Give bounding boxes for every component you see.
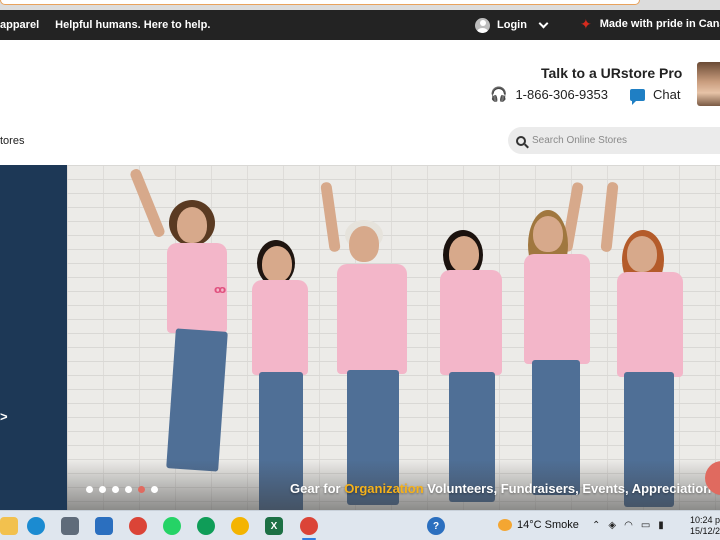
chevron-down-icon xyxy=(538,18,549,29)
search-icon xyxy=(516,135,526,146)
chrome-icon[interactable] xyxy=(197,517,215,535)
pride-text: Made with pride in Cana xyxy=(599,18,720,30)
chrome-icon[interactable] xyxy=(300,517,318,540)
top-announcement-bar: apparel Helpful humans. Here to help. Log… xyxy=(0,10,720,40)
tagline-highlight: Organization xyxy=(344,481,424,496)
side-panel-link[interactable]: > xyxy=(0,409,8,424)
login-menu[interactable]: Login xyxy=(475,16,549,34)
hero-side-panel: > xyxy=(0,165,67,510)
chrome-icon[interactable] xyxy=(231,517,249,535)
mail-icon[interactable] xyxy=(95,517,113,535)
whatsapp-icon[interactable] xyxy=(163,517,181,535)
category-link[interactable]: apparel xyxy=(0,19,39,31)
clock-date: 15/12/2 xyxy=(690,526,720,536)
taskbar-clock[interactable]: 10:24 p 15/12/2 xyxy=(690,515,720,537)
search-input[interactable] xyxy=(532,135,720,146)
weather-icon xyxy=(498,519,512,531)
system-tray: ⌃ ◈ ◠ ▭ ▮ xyxy=(592,520,664,531)
network-icon[interactable]: ◈ xyxy=(608,520,616,531)
pro-avatar xyxy=(697,62,720,106)
windows-taskbar: X ? 14°C Smoke ⌃ ◈ ◠ ▭ ▮ 10:24 p 15/12/2 xyxy=(0,510,720,540)
display-icon[interactable]: ▭ xyxy=(641,520,650,531)
browser-tab-edge xyxy=(0,0,720,10)
carousel-dot-1[interactable] xyxy=(86,486,93,493)
carousel-dot-4[interactable] xyxy=(125,486,132,493)
talk-title: Talk to a URstore Pro xyxy=(541,65,683,81)
carousel-dots xyxy=(86,486,158,493)
battery-icon[interactable]: ▮ xyxy=(658,520,664,531)
site-header: Talk to a URstore Pro 🎧 1-866-306-9353 C… xyxy=(0,40,720,165)
chevron-right-icon: > xyxy=(0,409,8,424)
chrome-icon[interactable] xyxy=(129,517,147,535)
login-label: Login xyxy=(497,19,527,31)
phone-number[interactable]: 1-866-306-9353 xyxy=(515,87,608,102)
made-in-canada: ✦ Made with pride in Cana xyxy=(580,17,720,31)
hero-carousel: > ꝏ Gear for Organization Volunteers, Fu… xyxy=(0,165,720,510)
weather-temp: 14°C Smoke xyxy=(517,519,579,531)
topbar-left: apparel Helpful humans. Here to help. xyxy=(0,19,210,31)
excel-icon[interactable]: X xyxy=(265,517,283,535)
store-icon[interactable] xyxy=(61,517,79,535)
edge-icon[interactable] xyxy=(27,517,45,535)
chat-button[interactable]: Chat xyxy=(629,87,681,105)
carousel-dot-3[interactable] xyxy=(112,486,119,493)
clock-time: 10:24 p xyxy=(690,515,720,525)
browser-tab[interactable] xyxy=(0,0,640,5)
chevron-up-icon[interactable]: ⌃ xyxy=(592,520,600,531)
weather-widget[interactable]: 14°C Smoke xyxy=(498,519,579,531)
hero-tagline: Gear for Organization Volunteers, Fundra… xyxy=(290,481,720,496)
file-explorer-icon[interactable] xyxy=(0,517,18,535)
topbar-tagline: Helpful humans. Here to help. xyxy=(55,19,211,31)
headset-icon: 🎧 xyxy=(490,86,508,102)
user-icon xyxy=(475,17,490,33)
carousel-dot-6[interactable] xyxy=(151,486,158,493)
carousel-dot-2[interactable] xyxy=(99,486,106,493)
chat-icon xyxy=(629,88,645,105)
hero-photo: ꝏ xyxy=(67,165,720,510)
carousel-dot-5[interactable] xyxy=(138,486,145,493)
chat-label: Chat xyxy=(652,87,681,102)
contact-row: 🎧 1-866-306-9353 Chat xyxy=(490,86,681,105)
search-bar[interactable] xyxy=(508,127,720,154)
help-icon[interactable]: ? xyxy=(427,517,445,535)
nav-stores-link[interactable]: tores xyxy=(0,135,24,147)
maple-leaf-icon: ✦ xyxy=(580,16,592,32)
wifi-icon[interactable]: ◠ xyxy=(624,520,633,531)
